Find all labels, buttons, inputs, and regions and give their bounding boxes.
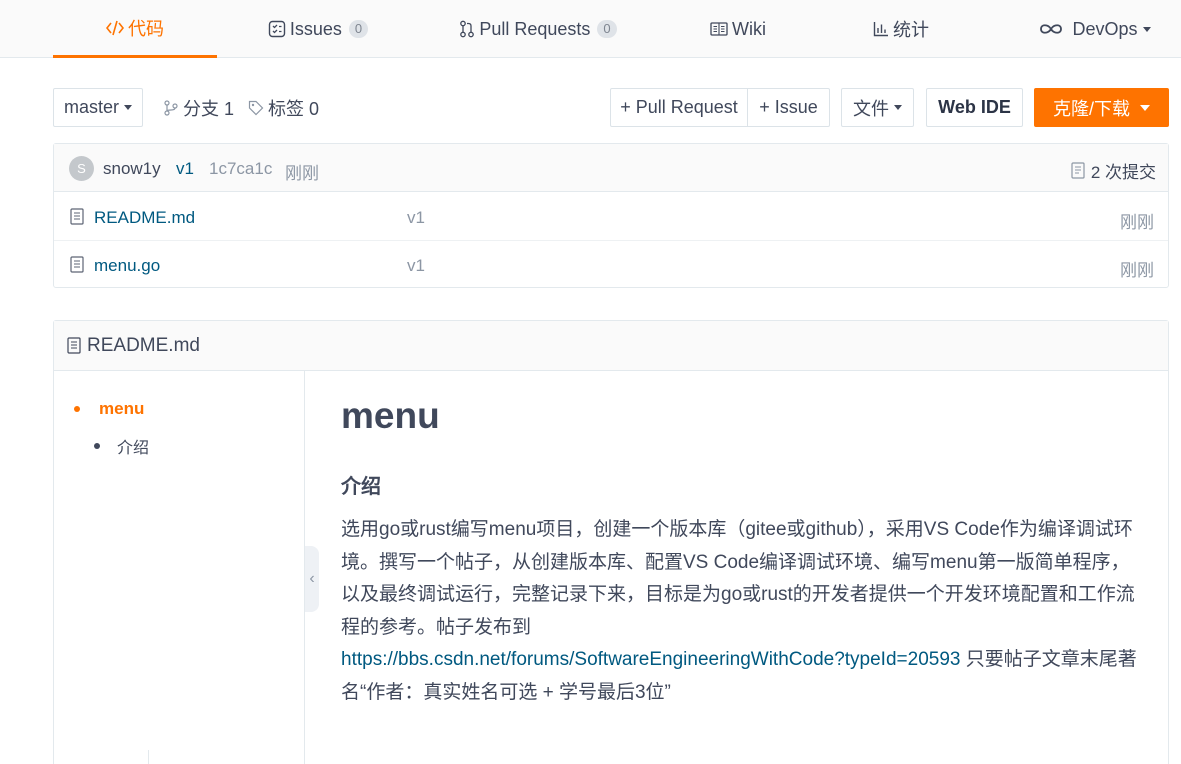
toc-item-intro[interactable]: 介绍 [94, 434, 149, 458]
commit-count-link[interactable]: 2 次提交 [1071, 158, 1156, 183]
toc-item-label: 介绍 [117, 440, 150, 457]
pull-requests-count-badge: 0 [597, 20, 617, 38]
forum-link[interactable]: https://bbs.csdn.net/forums/SoftwareEngi… [341, 649, 960, 670]
clone-download-button[interactable]: 克隆/下载 [1034, 88, 1169, 127]
readme-title: menu [341, 395, 440, 436]
file-icon [70, 256, 84, 278]
readme-toc: menu 介绍 [54, 371, 305, 764]
tab-issues-label: Issues [289, 18, 342, 39]
tab-stats[interactable]: 统计 [862, 0, 940, 58]
commit-count-label: 2 次提交 [1090, 163, 1156, 182]
code-icon [106, 20, 124, 36]
bullet-icon [94, 443, 100, 449]
issues-count-badge: 0 [348, 20, 369, 38]
commit-author[interactable]: snow1y [103, 159, 161, 179]
readme-paragraph: 选用go或rust编写menu项目，创建一个版本库（gitee或github），… [341, 514, 1141, 709]
bullet-icon [74, 406, 80, 412]
file-row[interactable]: README.md v1 刚刚 [54, 193, 1168, 241]
tag-icon [248, 100, 264, 116]
avatar[interactable]: S [69, 156, 94, 181]
stats-icon [873, 21, 889, 37]
tab-devops[interactable]: DevOps [1036, 0, 1154, 58]
branch-icon [163, 100, 179, 116]
file-menu-button[interactable]: 文件 [841, 88, 914, 127]
file-list: S snow1y v1 1c7ca1c 刚刚 2 次提交 README.md v… [53, 143, 1169, 288]
toc-collapse-toggle[interactable]: ‹ [305, 546, 319, 612]
chevron-down-icon [1142, 26, 1151, 32]
wiki-icon [710, 21, 728, 37]
tab-code-label: 代码 [128, 18, 164, 39]
file-icon [70, 208, 84, 230]
file-icon [67, 337, 81, 354]
commits-icon [1071, 162, 1085, 179]
chevron-down-icon [124, 105, 132, 110]
branches-link[interactable]: 分支 1 [163, 91, 234, 125]
devops-icon [1039, 22, 1063, 36]
branches-label: 分支 1 [183, 99, 235, 119]
new-issue-button[interactable]: + Issue [747, 88, 830, 127]
chevron-down-icon [894, 105, 902, 110]
commit-hash[interactable]: 1c7ca1c [209, 159, 272, 179]
tab-code[interactable]: 代码 [53, 0, 217, 58]
file-commit-message[interactable]: v1 [407, 208, 425, 228]
new-pull-request-button[interactable]: + Pull Request [610, 88, 748, 127]
toc-item-menu[interactable]: menu [74, 399, 144, 419]
tab-stats-label: 统计 [893, 20, 929, 40]
pull-request-icon [459, 20, 475, 38]
tags-link[interactable]: 标签 0 [248, 91, 319, 125]
tab-wiki-label: Wiki [732, 18, 766, 39]
readme-filename: README.md [87, 334, 200, 356]
readme-header: README.md [54, 321, 1168, 371]
issues-icon [268, 20, 286, 38]
file-time: 刚刚 [1120, 261, 1154, 280]
tab-pull-requests-label: Pull Requests [479, 18, 591, 39]
web-ide-button[interactable]: Web IDE [926, 88, 1023, 127]
readme-panel: README.md menu 介绍 ‹ menu 介绍 选用go或rust编写m… [53, 320, 1169, 764]
file-menu-label: 文件 [853, 98, 889, 119]
file-name-link[interactable]: README.md [94, 208, 195, 228]
branch-select-label: master [63, 97, 119, 117]
readme-section-heading: 介绍 [341, 476, 381, 498]
chevron-left-icon: ‹ [309, 570, 315, 587]
toc-item-label: menu [99, 399, 145, 418]
clone-download-label: 克隆/下载 [1052, 98, 1130, 119]
tags-label: 标签 0 [268, 99, 320, 119]
branch-select[interactable]: master [53, 88, 143, 127]
commit-time: 刚刚 [285, 164, 319, 183]
tab-issues[interactable]: Issues 0 [246, 0, 390, 58]
tab-devops-label: DevOps [1072, 18, 1138, 39]
tab-pull-requests[interactable]: Pull Requests 0 [448, 0, 628, 58]
latest-commit-bar: S snow1y v1 1c7ca1c 刚刚 2 次提交 [54, 144, 1168, 192]
readme-text: 选用go或rust编写menu项目，创建一个版本库（gitee或github），… [341, 519, 1135, 638]
tab-wiki[interactable]: Wiki [690, 0, 786, 58]
chevron-down-icon [1140, 104, 1150, 111]
file-commit-message[interactable]: v1 [407, 256, 425, 276]
repo-nav-tabs: 代码 Issues 0 Pull Requests 0 Wiki 统计 DevO… [0, 0, 1181, 58]
file-row[interactable]: menu.go v1 刚刚 [54, 240, 1168, 288]
file-name-link[interactable]: menu.go [94, 256, 160, 276]
divider [148, 750, 149, 764]
commit-message[interactable]: v1 [176, 159, 194, 179]
file-time: 刚刚 [1120, 213, 1154, 232]
